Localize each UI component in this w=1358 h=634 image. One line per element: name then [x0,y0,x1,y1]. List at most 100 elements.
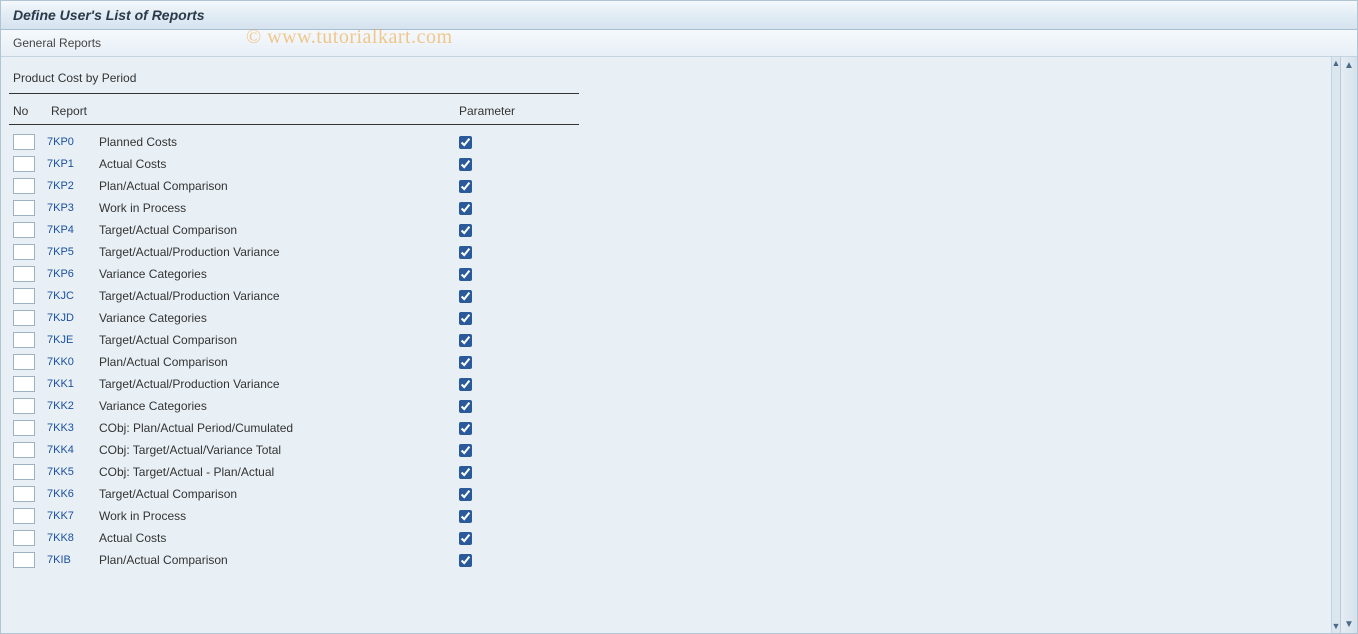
report-code-link[interactable]: 7KP5 [43,246,93,258]
no-input[interactable] [13,266,35,282]
scroll-up-icon[interactable]: ▲ [1343,59,1356,72]
no-cell [13,178,43,194]
report-name: Planned Costs [93,135,459,149]
report-name: Plan/Actual Comparison [93,553,459,567]
param-cell [459,136,579,149]
report-name: Variance Categories [93,267,459,281]
report-name: Target/Actual Comparison [93,487,459,501]
no-input[interactable] [13,354,35,370]
report-code-link[interactable]: 7KJE [43,334,93,346]
vertical-scrollbar[interactable]: ▲ ▼ [1340,57,1357,633]
no-input[interactable] [13,376,35,392]
app-window: © www.tutorialkart.com Define User's Lis… [0,0,1358,634]
param-cell [459,224,579,237]
report-code-link[interactable]: 7KP2 [43,180,93,192]
report-code-link[interactable]: 7KK2 [43,400,93,412]
parameter-checkbox[interactable] [459,158,472,171]
no-input[interactable] [13,178,35,194]
report-code-link[interactable]: 7KP6 [43,268,93,280]
param-cell [459,488,579,501]
no-input[interactable] [13,442,35,458]
report-name: Actual Costs [93,157,459,171]
no-input[interactable] [13,486,35,502]
parameter-checkbox[interactable] [459,488,472,501]
report-code-link[interactable]: 7KJC [43,290,93,302]
table-row: 7KK7Work in Process [9,505,579,527]
header-no: No [13,104,51,118]
no-input[interactable] [13,156,35,172]
no-cell [13,376,43,392]
table-row: 7KK4CObj: Target/Actual/Variance Total [9,439,579,461]
parameter-checkbox[interactable] [459,202,472,215]
report-name: Target/Actual/Production Variance [93,377,459,391]
parameter-checkbox[interactable] [459,554,472,567]
parameter-checkbox[interactable] [459,312,472,325]
no-input[interactable] [13,134,35,150]
scroll-track[interactable] [1341,72,1357,618]
parameter-checkbox[interactable] [459,356,472,369]
report-code-link[interactable]: 7KK1 [43,378,93,390]
no-cell [13,552,43,568]
report-code-link[interactable]: 7KK7 [43,510,93,522]
report-name: Actual Costs [93,531,459,545]
header-report: Report [51,104,99,118]
report-code-link[interactable]: 7KP1 [43,158,93,170]
parameter-checkbox[interactable] [459,290,472,303]
table-row: 7KK5CObj: Target/Actual - Plan/Actual [9,461,579,483]
parameter-checkbox[interactable] [459,136,472,149]
report-code-link[interactable]: 7KIB [43,554,93,566]
report-code-link[interactable]: 7KK6 [43,488,93,500]
report-code-link[interactable]: 7KP4 [43,224,93,236]
no-input[interactable] [13,200,35,216]
report-code-link[interactable]: 7KP3 [43,202,93,214]
no-input[interactable] [13,398,35,414]
parameter-checkbox[interactable] [459,334,472,347]
no-cell [13,420,43,436]
table-row: 7KJETarget/Actual Comparison [9,329,579,351]
report-code-link[interactable]: 7KK8 [43,532,93,544]
inner-scroll-rail[interactable]: ▲ ▼ [1331,57,1340,633]
no-input[interactable] [13,464,35,480]
report-name: Target/Actual/Production Variance [93,245,459,259]
param-cell [459,334,579,347]
general-reports-button[interactable]: General Reports [13,36,101,50]
no-input[interactable] [13,244,35,260]
no-input[interactable] [13,332,35,348]
no-input[interactable] [13,420,35,436]
parameter-checkbox[interactable] [459,180,472,193]
report-code-link[interactable]: 7KJD [43,312,93,324]
content-wrapper: Product Cost by Period No Report Paramet… [1,57,1357,633]
param-cell [459,158,579,171]
parameter-checkbox[interactable] [459,532,472,545]
report-code-link[interactable]: 7KK3 [43,422,93,434]
parameter-checkbox[interactable] [459,400,472,413]
section-heading: Product Cost by Period [9,69,1319,93]
toolbar: General Reports [1,30,1357,57]
no-input[interactable] [13,310,35,326]
report-code-link[interactable]: 7KK4 [43,444,93,456]
parameter-checkbox[interactable] [459,268,472,281]
no-input[interactable] [13,508,35,524]
scroll-down-icon[interactable]: ▼ [1343,618,1356,631]
no-input[interactable] [13,222,35,238]
parameter-checkbox[interactable] [459,510,472,523]
no-cell [13,530,43,546]
parameter-checkbox[interactable] [459,466,472,479]
no-cell [13,156,43,172]
report-code-link[interactable]: 7KP0 [43,136,93,148]
parameter-checkbox[interactable] [459,378,472,391]
no-input[interactable] [13,530,35,546]
parameter-checkbox[interactable] [459,444,472,457]
param-cell [459,510,579,523]
parameter-checkbox[interactable] [459,422,472,435]
no-cell [13,222,43,238]
no-input[interactable] [13,288,35,304]
table-row: 7KP0Planned Costs [9,131,579,153]
parameter-checkbox[interactable] [459,246,472,259]
param-cell [459,246,579,259]
report-code-link[interactable]: 7KK0 [43,356,93,368]
report-code-link[interactable]: 7KK5 [43,466,93,478]
parameter-checkbox[interactable] [459,224,472,237]
no-input[interactable] [13,552,35,568]
report-name: Target/Actual/Production Variance [93,289,459,303]
